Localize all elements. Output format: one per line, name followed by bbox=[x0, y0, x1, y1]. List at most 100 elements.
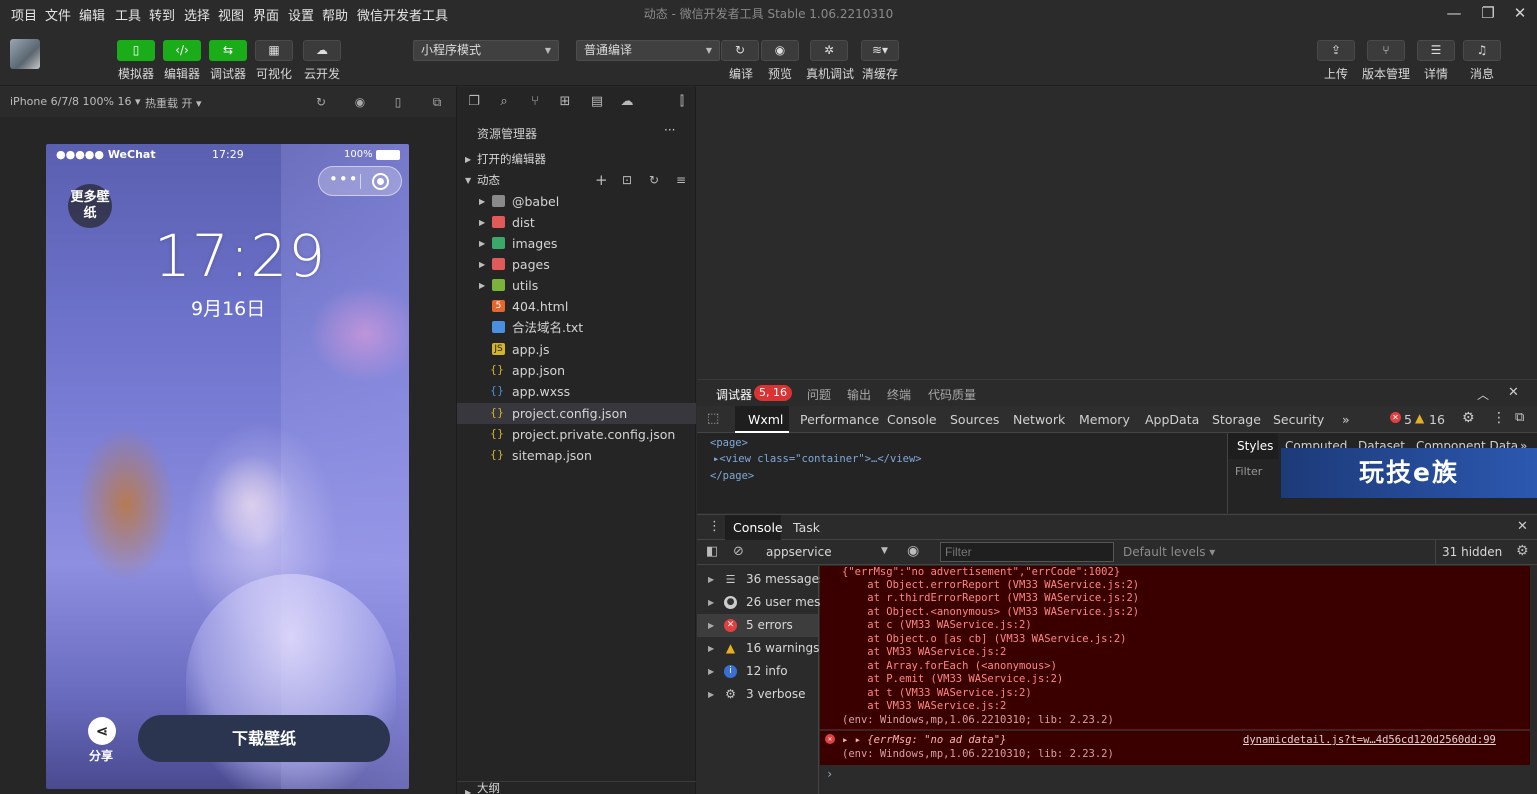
tab-output[interactable]: 输出 bbox=[847, 386, 871, 403]
tab-appdata[interactable]: AppData bbox=[1145, 412, 1199, 427]
tree-item-domain-txt[interactable]: 合法域名.txt bbox=[457, 317, 696, 338]
console-log[interactable]: {"errMsg":"no advertisement","errCode":1… bbox=[820, 566, 1537, 794]
tab-console[interactable]: Console bbox=[887, 412, 937, 427]
search-icon[interactable]: ⌕ bbox=[495, 93, 513, 111]
console-filter-verbose[interactable]: ▶ ⚙ 3 verbose bbox=[697, 683, 818, 706]
editor-area[interactable] bbox=[697, 87, 1537, 378]
split-icon[interactable]: ⫿ bbox=[673, 93, 691, 111]
tab-console-drawer[interactable]: Console bbox=[733, 520, 783, 535]
more-wallpaper-badge[interactable]: 更多壁纸 bbox=[68, 184, 112, 228]
tree-item-app-wxss[interactable]: {} app.wxss bbox=[457, 381, 696, 402]
device-select[interactable]: iPhone 6/7/8 100% 16 ▾ bbox=[10, 95, 141, 108]
collapse-icon[interactable]: ≡ bbox=[676, 170, 686, 191]
tab-wxml[interactable]: Wxml bbox=[748, 412, 783, 427]
tab-task[interactable]: Task bbox=[793, 520, 820, 535]
tree-item-dist[interactable]: ▶ dist bbox=[457, 212, 696, 233]
stop-icon[interactable]: ◉ bbox=[352, 94, 368, 110]
wxml-line[interactable]: <page> bbox=[710, 437, 748, 449]
tree-item-project-private-config[interactable]: {} project.private.config.json bbox=[457, 424, 696, 445]
compile-button[interactable]: ↻ bbox=[721, 40, 759, 61]
close-icon[interactable]: ✕ bbox=[1508, 3, 1532, 23]
wxml-line[interactable]: ▸<view class="container">…</view> bbox=[713, 453, 922, 465]
chevron-up-icon[interactable]: ︿ bbox=[1477, 386, 1489, 403]
error-count[interactable]: 5 bbox=[1404, 412, 1412, 427]
kebab-menu-icon[interactable]: ⋮ bbox=[1492, 410, 1506, 426]
tree-item-project-config[interactable]: {} project.config.json bbox=[457, 403, 696, 424]
inspect-icon[interactable]: ⬚ bbox=[707, 411, 719, 426]
refresh-icon[interactable]: ↻ bbox=[649, 170, 659, 191]
tab-styles[interactable]: Styles bbox=[1237, 439, 1273, 453]
log-levels-select[interactable]: Default levels ▾ bbox=[1123, 545, 1215, 559]
gear-icon[interactable]: ⚙ bbox=[1462, 410, 1475, 426]
extensions-icon[interactable]: ⊞ bbox=[556, 93, 574, 111]
outline-section[interactable]: ▶ 大纲 bbox=[457, 781, 696, 794]
details-button[interactable]: ☰ bbox=[1417, 40, 1455, 61]
share-label[interactable]: 分享 bbox=[89, 747, 113, 764]
compile-select[interactable]: 普通编译 ▼ bbox=[576, 40, 720, 61]
upload-button[interactable]: ⇪ bbox=[1317, 40, 1355, 61]
gear-icon[interactable]: ⚙ bbox=[1516, 543, 1529, 559]
version-button[interactable]: ⑂ bbox=[1367, 40, 1405, 61]
log-object[interactable]: ▸ ▸ {errMsg: "no ad data"} bbox=[842, 734, 1006, 746]
log-source-link[interactable]: dynamicdetail.js?t=w…4d56cd120d2560dd:99 bbox=[1243, 734, 1496, 746]
console-filter-messages[interactable]: ▶ ☰ 36 messages bbox=[697, 568, 825, 591]
editor-toggle-button[interactable]: ‹/› bbox=[163, 40, 201, 61]
debugger-toggle-button[interactable]: ⇆ bbox=[209, 40, 247, 61]
sidebar-toggle-icon[interactable]: ◧ bbox=[706, 544, 718, 559]
hot-reload-select[interactable]: 热重载 开 ▾ bbox=[145, 95, 202, 111]
tree-item-pages[interactable]: ▶ pages bbox=[457, 254, 696, 275]
minimize-icon[interactable]: — bbox=[1442, 3, 1466, 23]
preview-button[interactable]: ◉ bbox=[761, 40, 799, 61]
visual-button[interactable]: ▦ bbox=[255, 40, 293, 61]
tab-security[interactable]: Security bbox=[1273, 412, 1324, 427]
console-filter-info[interactable]: ▶ i 12 info bbox=[697, 660, 818, 683]
tree-item-sitemap[interactable]: {} sitemap.json bbox=[457, 445, 696, 466]
new-file-icon[interactable]: + bbox=[595, 170, 608, 191]
project-section[interactable]: ▼ 动态 + ⊡ ↻ ≡ bbox=[457, 170, 696, 191]
tab-code-quality[interactable]: 代码质量 bbox=[928, 386, 976, 403]
popout-icon[interactable]: ⧉ bbox=[429, 94, 445, 110]
new-folder-icon[interactable]: ⊡ bbox=[622, 170, 632, 191]
tab-debugger[interactable]: 调试器 bbox=[716, 386, 752, 403]
tab-storage[interactable]: Storage bbox=[1212, 412, 1261, 427]
close-icon[interactable]: ✕ bbox=[1508, 385, 1519, 400]
close-icon[interactable]: ✕ bbox=[1517, 519, 1528, 534]
tree-item-images[interactable]: ▶ images bbox=[457, 233, 696, 254]
remote-debug-button[interactable]: ✲ bbox=[810, 40, 848, 61]
more-icon[interactable]: ••• bbox=[329, 170, 359, 188]
context-select[interactable]: appservice bbox=[766, 545, 832, 559]
phone-icon[interactable]: ▯ bbox=[390, 94, 406, 110]
tree-item-app-json[interactable]: {} app.json bbox=[457, 360, 696, 381]
download-wallpaper-button[interactable]: 下载壁纸 bbox=[138, 715, 390, 762]
warning-count[interactable]: 16 bbox=[1429, 412, 1445, 427]
tree-item-app-js[interactable]: JS app.js bbox=[457, 339, 696, 360]
tree-item-utils[interactable]: ▶ utils bbox=[457, 275, 696, 296]
git-icon[interactable]: ⑂ bbox=[526, 93, 544, 111]
styles-filter[interactable]: Filter bbox=[1235, 465, 1262, 478]
maximize-icon[interactable]: ❐ bbox=[1476, 3, 1500, 23]
error-entry[interactable]: {"errMsg":"no advertisement","errCode":1… bbox=[820, 566, 1530, 730]
close-miniprogram-icon[interactable] bbox=[372, 173, 389, 190]
panel-icon[interactable]: ▤ bbox=[588, 93, 606, 111]
console-filter-errors[interactable]: ▶ ✕ 5 errors bbox=[697, 614, 818, 637]
console-prompt[interactable]: › bbox=[826, 767, 833, 781]
docker-icon[interactable]: ☁ bbox=[618, 93, 636, 111]
wxml-line[interactable]: </page> bbox=[710, 470, 754, 482]
mode-select[interactable]: 小程序模式 ▼ bbox=[413, 40, 559, 61]
tab-problems[interactable]: 问题 bbox=[807, 386, 831, 403]
tree-item-babel[interactable]: ▶ @babel bbox=[457, 191, 696, 212]
clear-cache-button[interactable]: ≋▾ bbox=[861, 40, 899, 61]
open-editors-section[interactable]: ▶ 打开的编辑器 bbox=[457, 149, 696, 170]
cloud-button[interactable]: ☁ bbox=[303, 40, 341, 61]
explorer-more-icon[interactable]: ··· bbox=[664, 123, 675, 137]
capsule-menu[interactable]: ••• bbox=[318, 166, 402, 196]
tab-terminal[interactable]: 终端 bbox=[887, 386, 911, 403]
share-icon[interactable]: ⋖ bbox=[88, 717, 116, 745]
eye-icon[interactable]: ◉ bbox=[907, 543, 919, 559]
simulator-toggle-button[interactable]: ▯ bbox=[117, 40, 155, 61]
files-icon[interactable]: ❐ bbox=[465, 93, 483, 111]
tab-sources[interactable]: Sources bbox=[950, 412, 999, 427]
tab-network[interactable]: Network bbox=[1013, 412, 1065, 427]
wxml-tree[interactable]: <page> ▸<view class="container">…</view>… bbox=[697, 433, 1227, 513]
console-filter-warnings[interactable]: ▶ ▲ 16 warnings bbox=[697, 637, 819, 660]
